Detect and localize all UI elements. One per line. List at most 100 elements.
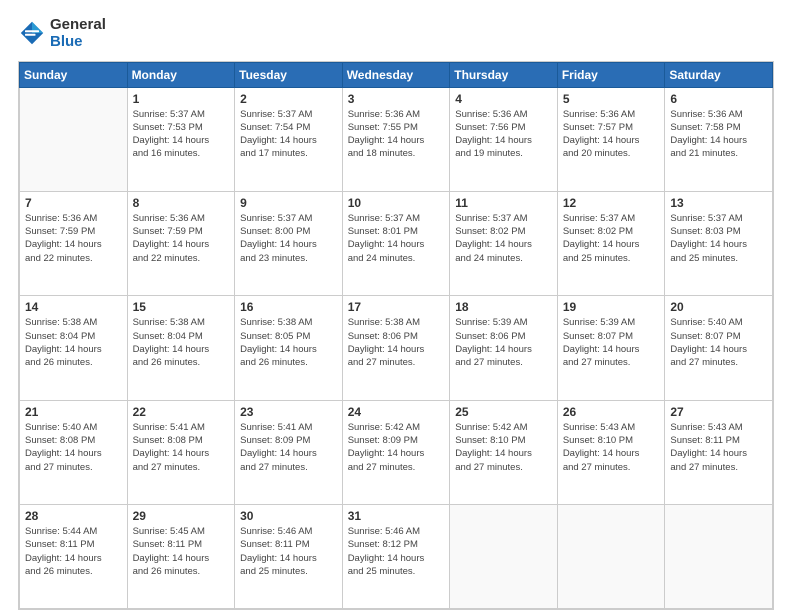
- day-number: 14: [25, 300, 122, 314]
- calendar-cell: 7Sunrise: 5:36 AM Sunset: 7:59 PM Daylig…: [20, 191, 128, 295]
- calendar-cell: 15 Sunrise: 5:38 AM Sunset: 8:04 PM Dayli…: [127, 296, 235, 400]
- day-info: Sunrise: 5:40 AM Sunset: 8:08 PM Dayligh…: [25, 421, 122, 474]
- calendar-cell: 24 Sunrise: 5:42 AM Sunset: 8:09 PM Dayli…: [342, 400, 450, 504]
- day-number: 6: [670, 92, 767, 106]
- calendar-cell: 19 Sunrise: 5:39 AM Sunset: 8:07 PM Dayli…: [557, 296, 665, 400]
- header-day: Monday: [127, 62, 235, 87]
- day-number: 8: [133, 196, 230, 210]
- day-number: 20: [670, 300, 767, 314]
- day-info: Sunrise: 5:39 AM Sunset: 8:07 PM Dayligh…: [563, 316, 660, 369]
- calendar-cell: 13 Sunrise: 5:37 AM Sunset: 8:03 PM Dayli…: [665, 191, 773, 295]
- day-number: 25: [455, 405, 552, 419]
- calendar-cell: 9 Sunrise: 5:37 AM Sunset: 8:00 PM Daylig…: [235, 191, 343, 295]
- day-number: 2: [240, 92, 337, 106]
- day-number: 16: [240, 300, 337, 314]
- day-info: Sunrise: 5:37 AM Sunset: 8:03 PM Dayligh…: [670, 212, 767, 265]
- day-number: 19: [563, 300, 660, 314]
- header-day: Thursday: [450, 62, 558, 87]
- day-number: 13: [670, 196, 767, 210]
- calendar-cell: 30Sunrise: 5:46 AM Sunset: 8:11 PM Dayli…: [235, 505, 343, 609]
- day-number: 12: [563, 196, 660, 210]
- day-number: 15: [133, 300, 230, 314]
- calendar-cell: 27 Sunrise: 5:43 AM Sunset: 8:11 PM Dayli…: [665, 400, 773, 504]
- logo: General Blue: [18, 16, 106, 51]
- day-info: Sunrise: 5:43 AM Sunset: 8:11 PM Dayligh…: [670, 421, 767, 474]
- day-info: Sunrise: 5:36 AM Sunset: 7:55 PM Dayligh…: [348, 108, 445, 161]
- calendar-cell: 1 Sunrise: 5:37 AM Sunset: 7:53 PM Daylig…: [127, 87, 235, 191]
- header: General Blue: [18, 16, 774, 51]
- day-number: 29: [133, 509, 230, 523]
- calendar-cell: 4 Sunrise: 5:36 AM Sunset: 7:56 PM Daylig…: [450, 87, 558, 191]
- day-number: 10: [348, 196, 445, 210]
- logo-text: General Blue: [50, 16, 106, 51]
- day-info: Sunrise: 5:45 AM Sunset: 8:11 PM Dayligh…: [133, 525, 230, 578]
- calendar-cell: 25 Sunrise: 5:42 AM Sunset: 8:10 PM Dayli…: [450, 400, 558, 504]
- day-info: Sunrise: 5:40 AM Sunset: 8:07 PM Dayligh…: [670, 316, 767, 369]
- calendar-week-row: 1 Sunrise: 5:37 AM Sunset: 7:53 PM Daylig…: [20, 87, 773, 191]
- day-number: 27: [670, 405, 767, 419]
- calendar-table: SundayMondayTuesdayWednesdayThursdayFrid…: [19, 62, 773, 610]
- calendar-cell: 26 Sunrise: 5:43 AM Sunset: 8:10 PM Dayli…: [557, 400, 665, 504]
- day-info: Sunrise: 5:36 AM Sunset: 7:59 PM Dayligh…: [133, 212, 230, 265]
- day-info: Sunrise: 5:43 AM Sunset: 8:10 PM Dayligh…: [563, 421, 660, 474]
- day-info: Sunrise: 5:41 AM Sunset: 8:08 PM Dayligh…: [133, 421, 230, 474]
- calendar-week-row: 7Sunrise: 5:36 AM Sunset: 7:59 PM Daylig…: [20, 191, 773, 295]
- day-info: Sunrise: 5:36 AM Sunset: 7:59 PM Dayligh…: [25, 212, 122, 265]
- header-row: SundayMondayTuesdayWednesdayThursdayFrid…: [20, 62, 773, 87]
- header-day: Saturday: [665, 62, 773, 87]
- day-number: 28: [25, 509, 122, 523]
- calendar-cell: 16 Sunrise: 5:38 AM Sunset: 8:05 PM Dayli…: [235, 296, 343, 400]
- day-info: Sunrise: 5:37 AM Sunset: 7:53 PM Dayligh…: [133, 108, 230, 161]
- day-info: Sunrise: 5:41 AM Sunset: 8:09 PM Dayligh…: [240, 421, 337, 474]
- header-day: Tuesday: [235, 62, 343, 87]
- calendar-cell: 3 Sunrise: 5:36 AM Sunset: 7:55 PM Daylig…: [342, 87, 450, 191]
- header-day: Sunday: [20, 62, 128, 87]
- day-info: Sunrise: 5:39 AM Sunset: 8:06 PM Dayligh…: [455, 316, 552, 369]
- calendar-cell: 8 Sunrise: 5:36 AM Sunset: 7:59 PM Daylig…: [127, 191, 235, 295]
- day-info: Sunrise: 5:46 AM Sunset: 8:11 PM Dayligh…: [240, 525, 337, 578]
- calendar-cell: [20, 87, 128, 191]
- day-info: Sunrise: 5:37 AM Sunset: 8:00 PM Dayligh…: [240, 212, 337, 265]
- day-number: 18: [455, 300, 552, 314]
- day-info: Sunrise: 5:36 AM Sunset: 7:57 PM Dayligh…: [563, 108, 660, 161]
- header-day: Wednesday: [342, 62, 450, 87]
- calendar-cell: 17Sunrise: 5:38 AM Sunset: 8:06 PM Dayli…: [342, 296, 450, 400]
- calendar-cell: [450, 505, 558, 609]
- calendar-cell: 23 Sunrise: 5:41 AM Sunset: 8:09 PM Dayli…: [235, 400, 343, 504]
- day-info: Sunrise: 5:44 AM Sunset: 8:11 PM Dayligh…: [25, 525, 122, 578]
- day-info: Sunrise: 5:42 AM Sunset: 8:09 PM Dayligh…: [348, 421, 445, 474]
- calendar-cell: 10 Sunrise: 5:37 AM Sunset: 8:01 PM Dayli…: [342, 191, 450, 295]
- day-number: 3: [348, 92, 445, 106]
- calendar-cell: [557, 505, 665, 609]
- calendar-week-row: 28 Sunrise: 5:44 AM Sunset: 8:11 PM Dayli…: [20, 505, 773, 609]
- day-number: 11: [455, 196, 552, 210]
- calendar-cell: 5Sunrise: 5:36 AM Sunset: 7:57 PM Daylig…: [557, 87, 665, 191]
- day-info: Sunrise: 5:42 AM Sunset: 8:10 PM Dayligh…: [455, 421, 552, 474]
- day-info: Sunrise: 5:38 AM Sunset: 8:04 PM Dayligh…: [133, 316, 230, 369]
- calendar-cell: 12Sunrise: 5:37 AM Sunset: 8:02 PM Dayli…: [557, 191, 665, 295]
- day-info: Sunrise: 5:38 AM Sunset: 8:04 PM Dayligh…: [25, 316, 122, 369]
- calendar-cell: [665, 505, 773, 609]
- day-info: Sunrise: 5:38 AM Sunset: 8:06 PM Dayligh…: [348, 316, 445, 369]
- day-number: 4: [455, 92, 552, 106]
- day-number: 26: [563, 405, 660, 419]
- calendar-week-row: 21 Sunrise: 5:40 AM Sunset: 8:08 PM Dayli…: [20, 400, 773, 504]
- calendar-week-row: 14 Sunrise: 5:38 AM Sunset: 8:04 PM Dayli…: [20, 296, 773, 400]
- day-number: 9: [240, 196, 337, 210]
- day-info: Sunrise: 5:36 AM Sunset: 7:56 PM Dayligh…: [455, 108, 552, 161]
- calendar-cell: 14 Sunrise: 5:38 AM Sunset: 8:04 PM Dayli…: [20, 296, 128, 400]
- calendar-header: SundayMondayTuesdayWednesdayThursdayFrid…: [20, 62, 773, 87]
- day-info: Sunrise: 5:37 AM Sunset: 8:01 PM Dayligh…: [348, 212, 445, 265]
- calendar-cell: 11Sunrise: 5:37 AM Sunset: 8:02 PM Dayli…: [450, 191, 558, 295]
- calendar-body: 1 Sunrise: 5:37 AM Sunset: 7:53 PM Daylig…: [20, 87, 773, 609]
- day-number: 21: [25, 405, 122, 419]
- calendar: SundayMondayTuesdayWednesdayThursdayFrid…: [18, 61, 774, 611]
- day-number: 23: [240, 405, 337, 419]
- calendar-cell: 29 Sunrise: 5:45 AM Sunset: 8:11 PM Dayli…: [127, 505, 235, 609]
- day-info: Sunrise: 5:37 AM Sunset: 7:54 PM Dayligh…: [240, 108, 337, 161]
- day-info: Sunrise: 5:38 AM Sunset: 8:05 PM Dayligh…: [240, 316, 337, 369]
- page: General Blue SundayMondayTuesdayWednesda…: [0, 0, 792, 612]
- calendar-cell: 28 Sunrise: 5:44 AM Sunset: 8:11 PM Dayli…: [20, 505, 128, 609]
- day-number: 24: [348, 405, 445, 419]
- day-number: 1: [133, 92, 230, 106]
